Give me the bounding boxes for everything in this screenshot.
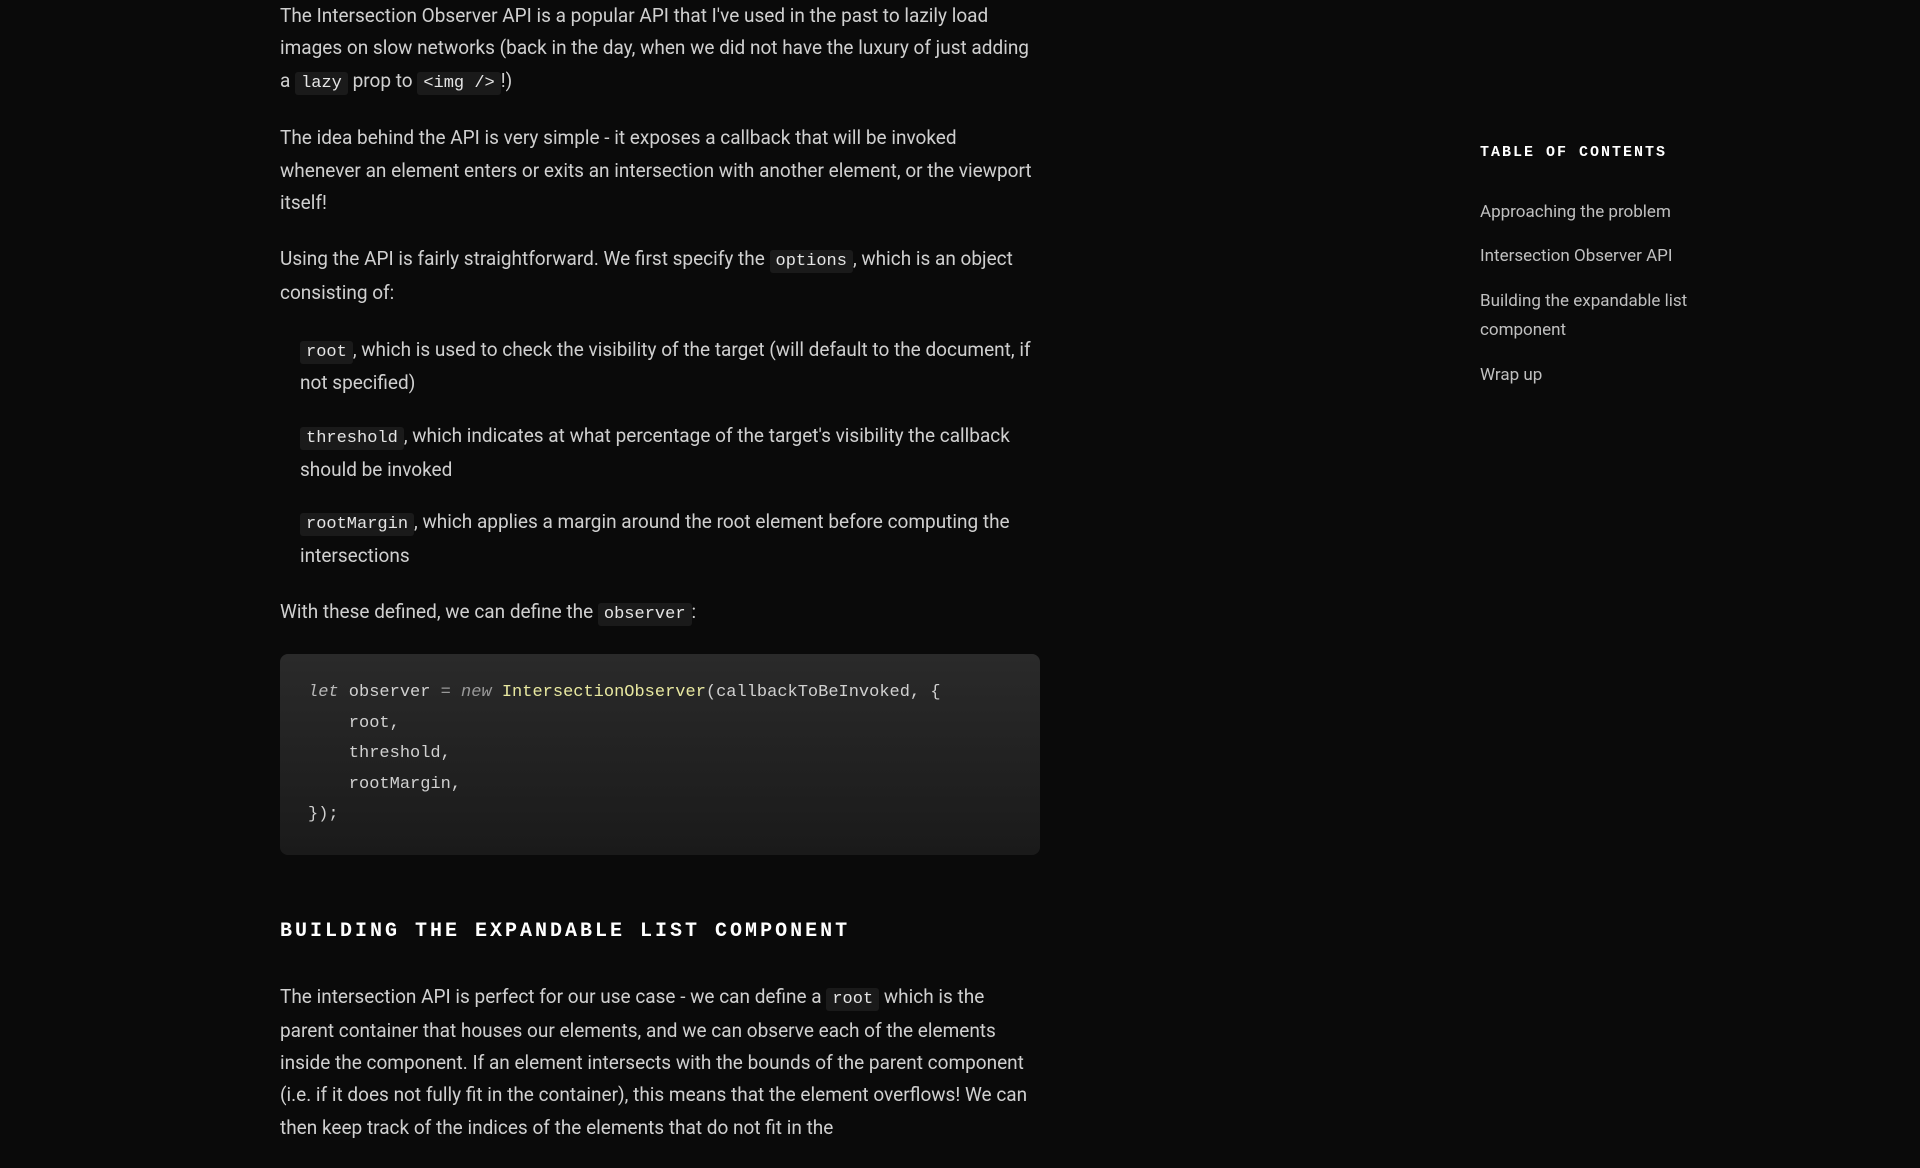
para4-end: : — [692, 600, 697, 623]
article-content: The Intersection Observer API is a popul… — [280, 0, 1040, 1168]
inline-code-root2: root — [826, 988, 879, 1011]
code-class: IntersectionObserver — [502, 683, 706, 702]
list-item-threshold: threshold, which indicates at what perce… — [300, 420, 1040, 486]
list-item-root: root, which is used to check the visibil… — [300, 334, 1040, 400]
list-item1-text: , which is used to check the visibility … — [300, 338, 1031, 395]
section-heading-building: BUILDING THE EXPANDABLE LIST COMPONENT — [280, 915, 1040, 949]
para5-start: The intersection API is perfect for our … — [280, 985, 826, 1008]
inline-code-lazy: lazy — [295, 72, 348, 95]
toc-title: TABLE OF CONTENTS — [1480, 140, 1720, 166]
code-line4: rootMargin, — [308, 775, 461, 794]
options-list: root, which is used to check the visibil… — [280, 334, 1040, 573]
code-args: (callbackToBeInvoked, { — [706, 683, 941, 702]
toc-item-building[interactable]: Building the expandable list component — [1480, 279, 1720, 353]
code-block-observer: let observer = new IntersectionObserver(… — [280, 654, 1040, 855]
toc-item-wrapup[interactable]: Wrap up — [1480, 353, 1720, 398]
table-of-contents: TABLE OF CONTENTS Approaching the proble… — [1480, 140, 1720, 398]
paragraph-idea: The idea behind the API is very simple -… — [280, 122, 1040, 219]
para3-start: Using the API is fairly straightforward.… — [280, 247, 770, 270]
paragraph-defined: With these defined, we can define the ob… — [280, 596, 1040, 630]
toc-list: Approaching the problem Intersection Obs… — [1480, 190, 1720, 398]
list-item-rootmargin: rootMargin, which applies a margin aroun… — [300, 506, 1040, 572]
inline-code-threshold: threshold — [300, 427, 404, 450]
intro-paragraph: The Intersection Observer API is a popul… — [280, 0, 1040, 98]
inline-code-observer: observer — [598, 603, 692, 626]
inline-code-img: <img /> — [417, 72, 500, 95]
code-keyword-let: let — [308, 683, 339, 702]
code-line5: }); — [308, 805, 339, 824]
code-new: new — [451, 683, 502, 702]
paragraph-usage: Using the API is fairly straightforward.… — [280, 243, 1040, 309]
toc-item-approaching[interactable]: Approaching the problem — [1480, 190, 1720, 235]
code-var: observer — [339, 683, 441, 702]
code-line3: threshold, — [308, 744, 451, 763]
code-eq: = — [441, 683, 451, 702]
intro-end: !) — [501, 69, 513, 92]
inline-code-rootmargin: rootMargin — [300, 513, 414, 536]
list-item2-text: , which indicates at what percentage of … — [300, 424, 1010, 481]
para5-end: which is the parent container that house… — [280, 985, 1027, 1139]
intro-mid: prop to — [348, 69, 417, 92]
inline-code-root: root — [300, 341, 353, 364]
toc-item-intersection[interactable]: Intersection Observer API — [1480, 234, 1720, 279]
inline-code-options: options — [770, 250, 853, 273]
code-line2: root, — [308, 714, 400, 733]
para4-start: With these defined, we can define the — [280, 600, 598, 623]
paragraph-intersection-perfect: The intersection API is perfect for our … — [280, 981, 1040, 1144]
